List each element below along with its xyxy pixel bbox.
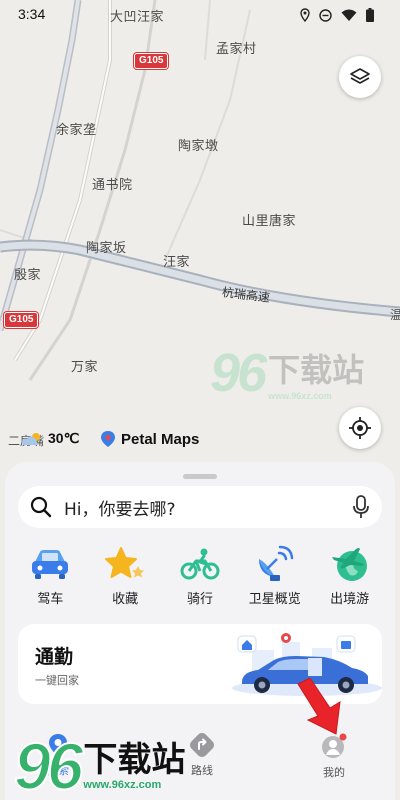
search-icon [30, 496, 52, 518]
car-icon [32, 550, 69, 579]
nav-label: 我的 [323, 766, 345, 779]
place-label: 汪家 [163, 255, 191, 270]
cloud-sun-icon [21, 432, 40, 445]
sheet-drag-handle[interactable] [183, 474, 217, 479]
microphone-icon[interactable] [352, 495, 370, 519]
place-label: 余家垄 [56, 123, 97, 138]
weather-widget[interactable]: 二房嘴 30℃ [8, 430, 80, 448]
route-icon [189, 732, 215, 758]
annotation-arrow-icon [297, 678, 341, 735]
commute-title: 通勤 [35, 646, 74, 668]
brand-name: Petal Maps [121, 430, 200, 448]
quick-action-satellite[interactable]: 卫星概览 [243, 544, 307, 607]
road-badge-g105: G105 [134, 53, 169, 69]
road-badge-g105: G105 [4, 312, 39, 328]
petal-maps-icon [101, 431, 115, 447]
quick-actions: 驾车 收藏 骑行 卫星概览 出境游 [5, 544, 395, 607]
satellite-icon [258, 545, 294, 581]
quick-action-travel-abroad[interactable]: 出境游 [318, 544, 382, 607]
quick-action-label: 驾车 [37, 592, 64, 607]
place-label: 山里唐家 [242, 214, 297, 229]
do-not-disturb-icon [319, 7, 332, 26]
locate-icon [349, 417, 371, 439]
place-label: 陶家坂 [86, 241, 127, 256]
quick-action-cycling[interactable]: 骑行 [168, 544, 232, 607]
my-location-button[interactable] [339, 407, 381, 449]
nav-profile[interactable]: 我的 [320, 732, 348, 780]
watermark-text: 下载站 [268, 351, 365, 389]
wifi-icon [341, 7, 357, 26]
watermark-number: 96 [210, 343, 267, 403]
brand-logo: Petal Maps [100, 430, 199, 448]
search-input[interactable]: Hi，你要去哪? [64, 495, 352, 520]
nav-label: 路线 [191, 764, 213, 777]
place-label: 通书院 [92, 178, 133, 193]
plane-icon [331, 548, 367, 581]
weather-temperature: 30℃ [48, 430, 80, 446]
quick-action-label: 收藏 [112, 592, 139, 607]
place-label: 殷家 [14, 268, 42, 283]
battery-icon [366, 7, 374, 26]
watermark-bottom: 96 下载站 www.96xz.com [13, 728, 186, 800]
place-label: 陶家墩 [178, 139, 219, 154]
place-label: 孟家村 [216, 42, 257, 57]
nav-route[interactable]: 路线 [189, 732, 215, 778]
quick-action-favorites[interactable]: 收藏 [93, 544, 157, 607]
quick-action-label: 卫星概览 [248, 592, 301, 607]
watermark-text: 下载站 [83, 740, 186, 780]
layers-icon [350, 68, 370, 84]
search-bar[interactable]: Hi，你要去哪? [18, 486, 382, 528]
place-label: 万家 [71, 360, 99, 375]
commute-subtitle: 一键回家 [35, 674, 79, 687]
quick-action-drive[interactable]: 驾车 [18, 544, 82, 607]
watermark-url: www.96xz.com [83, 779, 162, 791]
status-bar: 3:34 [0, 0, 400, 28]
watermark-url: www.96xz.com [268, 391, 332, 401]
map-layers-button[interactable] [339, 56, 381, 98]
quick-action-label: 出境游 [330, 592, 370, 607]
quick-action-label: 骑行 [186, 592, 213, 607]
star-icon [105, 547, 145, 578]
watermark-number: 96 [13, 728, 84, 800]
bike-icon [180, 548, 220, 580]
place-label-edge: 温 [390, 308, 400, 322]
status-icons [300, 7, 374, 26]
location-status-icon [300, 7, 310, 26]
watermark-top: 96 下载站 www.96xz.com [210, 342, 364, 404]
status-time: 3:34 [18, 6, 46, 22]
